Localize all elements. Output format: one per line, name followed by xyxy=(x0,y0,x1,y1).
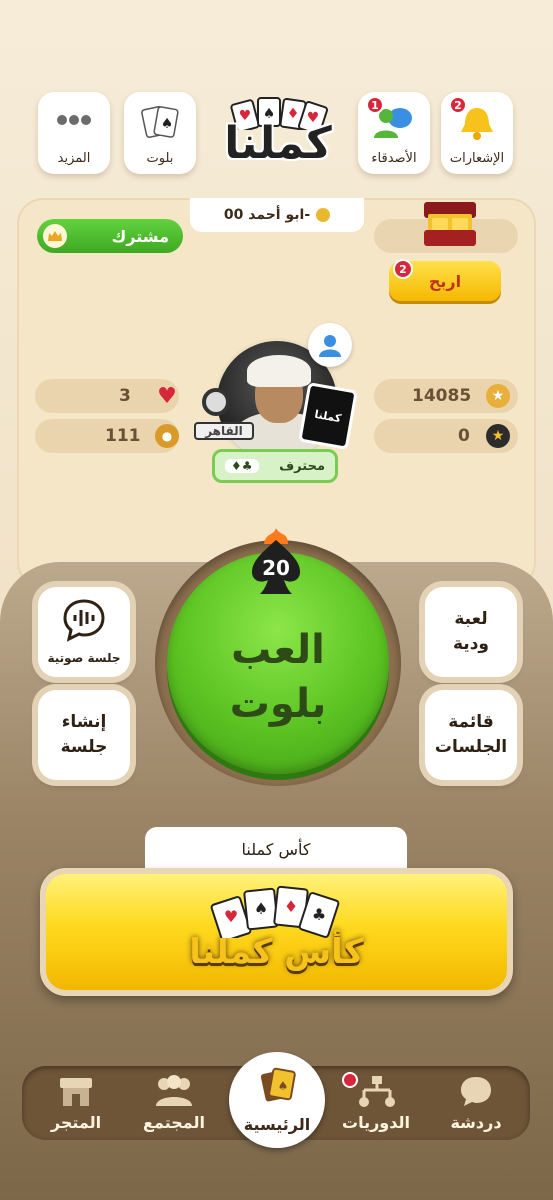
notifications-badge: 2 xyxy=(449,96,467,114)
friends-button[interactable]: 1 الأصدقاء xyxy=(358,92,430,174)
create-session-line1: إنشاء xyxy=(61,712,107,733)
nav-tournaments-label: الدوريات xyxy=(342,1113,410,1132)
community-icon xyxy=(156,1075,192,1106)
win-badge: 2 xyxy=(393,259,413,279)
hearts-stat: 3 ♥ xyxy=(35,379,179,413)
svg-text:♦: ♦ xyxy=(284,897,298,916)
more-button[interactable]: المزيد xyxy=(38,92,110,174)
medal-icon: ● xyxy=(155,424,179,448)
voice-chat-icon xyxy=(63,599,105,642)
profile-user-button[interactable] xyxy=(308,323,352,367)
friends-label: الأصدقاء xyxy=(371,151,417,166)
streak-badge: 20 xyxy=(246,528,306,598)
create-session-button[interactable]: إنشاء جلسة xyxy=(38,690,130,780)
star-badge-icon: ★ xyxy=(486,424,510,448)
nav-community-label: المجتمع xyxy=(143,1113,205,1132)
create-session-line2: جلسة xyxy=(60,737,108,757)
baloot-label: بلوت xyxy=(146,151,174,166)
nav-chat-label: دردشة xyxy=(450,1113,502,1132)
magnifier-emblem-icon xyxy=(202,388,230,416)
tournaments-dot xyxy=(342,1072,358,1088)
cup-banner-text: كأس كملنا xyxy=(189,932,364,972)
notifications-button[interactable]: 2 الإشعارات xyxy=(441,92,513,174)
player-name: ابو أحمد 00- xyxy=(223,207,311,223)
play-button-line2: بلوت xyxy=(229,681,327,727)
svg-text:♠: ♠ xyxy=(278,1079,289,1093)
treasure-chest-icon[interactable] xyxy=(418,196,482,252)
crown-icon xyxy=(316,208,331,222)
cup-cards-icon: ♥ ♠ ♦ ♣ xyxy=(210,885,340,938)
rank-suits: ♦♣ xyxy=(225,459,259,473)
subscription-badge[interactable]: مشترك xyxy=(37,219,183,253)
logo-text: كملنا xyxy=(224,118,334,169)
nav-home-label: الرئيسية xyxy=(243,1115,311,1134)
medals-value: 111 xyxy=(105,426,141,446)
stars-stat: 0 ★ xyxy=(374,419,518,453)
tournament-bracket-icon xyxy=(359,1076,395,1107)
nav-store-label: المتجر xyxy=(50,1113,102,1132)
card-emblem-text: كملنا xyxy=(313,407,343,425)
star-coin-icon: ★ xyxy=(486,384,510,408)
emblem-text: القاهر xyxy=(194,422,254,440)
svg-text:♠: ♠ xyxy=(254,899,268,918)
points-stat: 14085 ★ xyxy=(374,379,518,413)
voice-session-button[interactable]: جلسة صوتية xyxy=(38,587,130,677)
user-icon xyxy=(319,335,341,357)
cup-banner-button[interactable]: ♥ ♠ ♦ ♣ كأس كملنا xyxy=(40,868,513,996)
nav-store[interactable]: المتجر xyxy=(28,1070,124,1136)
title-emblem: القاهر xyxy=(194,386,254,446)
more-label: المزيد xyxy=(57,151,91,166)
nav-home[interactable]: ♠ الرئيسية xyxy=(229,1052,325,1148)
voice-session-label: جلسة صوتية xyxy=(47,650,121,665)
svg-text:♣: ♣ xyxy=(312,905,326,924)
player-name-tab[interactable]: ابو أحمد 00- xyxy=(190,198,364,232)
nav-chat[interactable]: دردشة xyxy=(428,1070,524,1136)
hearts-value: 3 xyxy=(119,386,131,406)
card-emblem: كملنا xyxy=(298,382,358,450)
sessions-list-line1: قائمة xyxy=(448,712,494,733)
cup-tab: كأس كملنا xyxy=(145,827,407,871)
chat-bubble-icon xyxy=(461,1077,491,1106)
rank-badge: ♦♣ محترف xyxy=(212,449,338,483)
home-cards-icon: ♠ xyxy=(260,1067,296,1102)
cards-icon: ♠ xyxy=(138,104,182,148)
nav-tournaments[interactable]: الدوريات xyxy=(328,1070,424,1136)
friendly-game-line1: لعبة xyxy=(454,609,488,630)
win-button-label: اربح xyxy=(428,271,462,291)
friendly-game-line2: ودية xyxy=(453,634,489,654)
rank-label: محترف xyxy=(279,458,325,474)
notifications-label: الإشعارات xyxy=(449,151,505,166)
sessions-list-line2: الجلسات xyxy=(434,737,508,757)
medals-stat: 111 ● xyxy=(35,419,179,453)
app-logo: ♥ ♠ ♦ ♥ كملنا xyxy=(206,96,350,176)
cup-tab-label: كأس كملنا xyxy=(241,839,311,859)
svg-text:♥: ♥ xyxy=(224,907,238,926)
store-icon xyxy=(60,1078,92,1106)
stars-value: 0 xyxy=(458,426,470,446)
more-dots-icon xyxy=(54,104,94,138)
play-button-line1: العب xyxy=(231,627,325,673)
streak-number: 20 xyxy=(262,556,290,580)
heart-icon: ♥ xyxy=(157,383,177,409)
subscription-label: مشترك xyxy=(111,226,169,246)
points-value: 14085 xyxy=(412,386,472,406)
sessions-list-button[interactable]: قائمة الجلسات xyxy=(425,690,517,780)
svg-text:♠: ♠ xyxy=(161,116,174,132)
subscription-crown-icon xyxy=(43,224,67,248)
baloot-button[interactable]: ♠ بلوت xyxy=(124,92,196,174)
nav-community[interactable]: المجتمع xyxy=(126,1070,222,1136)
friendly-game-button[interactable]: لعبة ودية xyxy=(425,587,517,677)
friends-badge: 1 xyxy=(366,96,384,114)
